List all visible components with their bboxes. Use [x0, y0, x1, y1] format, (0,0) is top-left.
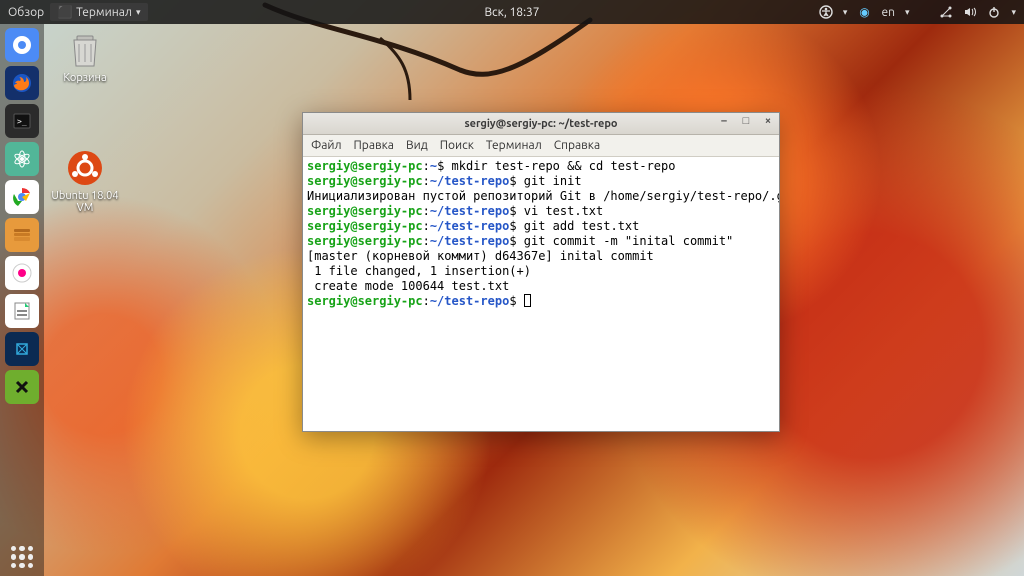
terminal-window: sergiy@sergiy-pc: ~/test-repo – □ × Файл… [302, 112, 780, 432]
output-commit-1: [master (корневой коммит) d64367e] inita… [307, 249, 654, 263]
terminal-body[interactable]: sergiy@sergiy-pc:~$ mkdir test-repo && c… [303, 157, 779, 431]
chevron-down-icon: ▾ [136, 7, 141, 18]
menu-help[interactable]: Справка [554, 139, 600, 152]
desktop-ubuntu-vm[interactable]: Ubuntu 18.04 VM [50, 148, 120, 214]
power-icon[interactable] [987, 5, 1001, 19]
activities-button[interactable]: Обзор [8, 6, 44, 19]
desktop-ubuntu-vm-label: Ubuntu 18.04 VM [50, 190, 120, 214]
menu-edit[interactable]: Правка [354, 139, 394, 152]
dock-app-firefox[interactable] [5, 66, 39, 100]
network-icon[interactable] [939, 5, 953, 19]
window-minimize-button[interactable]: – [717, 115, 731, 127]
window-close-button[interactable]: × [761, 115, 775, 127]
dock-app-files[interactable] [5, 218, 39, 252]
svg-text:>_: >_ [17, 117, 27, 126]
cmd-git-init: git init [517, 174, 582, 188]
trash-icon [65, 30, 105, 70]
dock-app-chrome[interactable] [5, 180, 39, 214]
appmenu-terminal[interactable]: ⬛ Терминал ▾ [50, 3, 148, 21]
menu-terminal[interactable]: Терминал [486, 139, 542, 152]
cmd-mkdir: mkdir test-repo && cd test-repo [444, 159, 675, 173]
window-titlebar[interactable]: sergiy@sergiy-pc: ~/test-repo – □ × [303, 113, 779, 135]
menu-view[interactable]: Вид [406, 139, 428, 152]
menu-search[interactable]: Поиск [440, 139, 474, 152]
lang-indicator-icon[interactable]: ◉ [857, 5, 871, 19]
terminal-cursor [524, 294, 531, 307]
dock-app-atom[interactable] [5, 142, 39, 176]
window-maximize-button[interactable]: □ [739, 115, 753, 127]
cmd-git-commit: git commit -m "inital commit" [517, 234, 734, 248]
dock: >_ [0, 24, 44, 576]
terminal-icon: ⬛ [58, 5, 72, 19]
output-commit-3: create mode 100644 test.txt [307, 279, 509, 293]
chevron-down-icon: ▾ [1011, 7, 1016, 18]
menu-file[interactable]: Файл [311, 139, 342, 152]
accessibility-icon[interactable] [819, 5, 833, 19]
dock-app-terminal[interactable]: >_ [5, 104, 39, 138]
desktop-trash-label: Корзина [50, 72, 120, 84]
lang-indicator-label[interactable]: en [881, 6, 894, 19]
dock-app-chromium[interactable] [5, 28, 39, 62]
terminal-menubar: Файл Правка Вид Поиск Терминал Справка [303, 135, 779, 157]
chevron-down-icon: ▾ [843, 7, 848, 18]
dock-app-software[interactable] [5, 256, 39, 290]
dock-app-xterm[interactable] [5, 370, 39, 404]
prompt-user: sergiy@sergiy-pc [307, 159, 423, 173]
window-title: sergiy@sergiy-pc: ~/test-repo [464, 118, 617, 130]
show-apps-button[interactable] [0, 546, 44, 568]
dock-app-virtualbox[interactable] [5, 332, 39, 366]
output-git-init: Инициализирован пустой репозиторий Git в… [307, 189, 779, 203]
volume-icon[interactable] [963, 5, 977, 19]
output-commit-2: 1 file changed, 1 insertion(+) [307, 264, 531, 278]
prompt-path: ~ [430, 159, 437, 173]
cmd-vi: vi test.txt [517, 204, 604, 218]
clock[interactable]: Вск, 18:37 [484, 6, 539, 19]
desktop-trash[interactable]: Корзина [50, 30, 120, 84]
ubuntu-icon [65, 148, 105, 188]
cmd-git-add: git add test.txt [517, 219, 640, 233]
appmenu-label: Терминал [76, 6, 132, 19]
dock-app-libreoffice[interactable] [5, 294, 39, 328]
chevron-down-icon: ▾ [905, 7, 910, 18]
gnome-topbar: Обзор ⬛ Терминал ▾ Вск, 18:37 ▾ ◉ en ▾ ▾ [0, 0, 1024, 24]
